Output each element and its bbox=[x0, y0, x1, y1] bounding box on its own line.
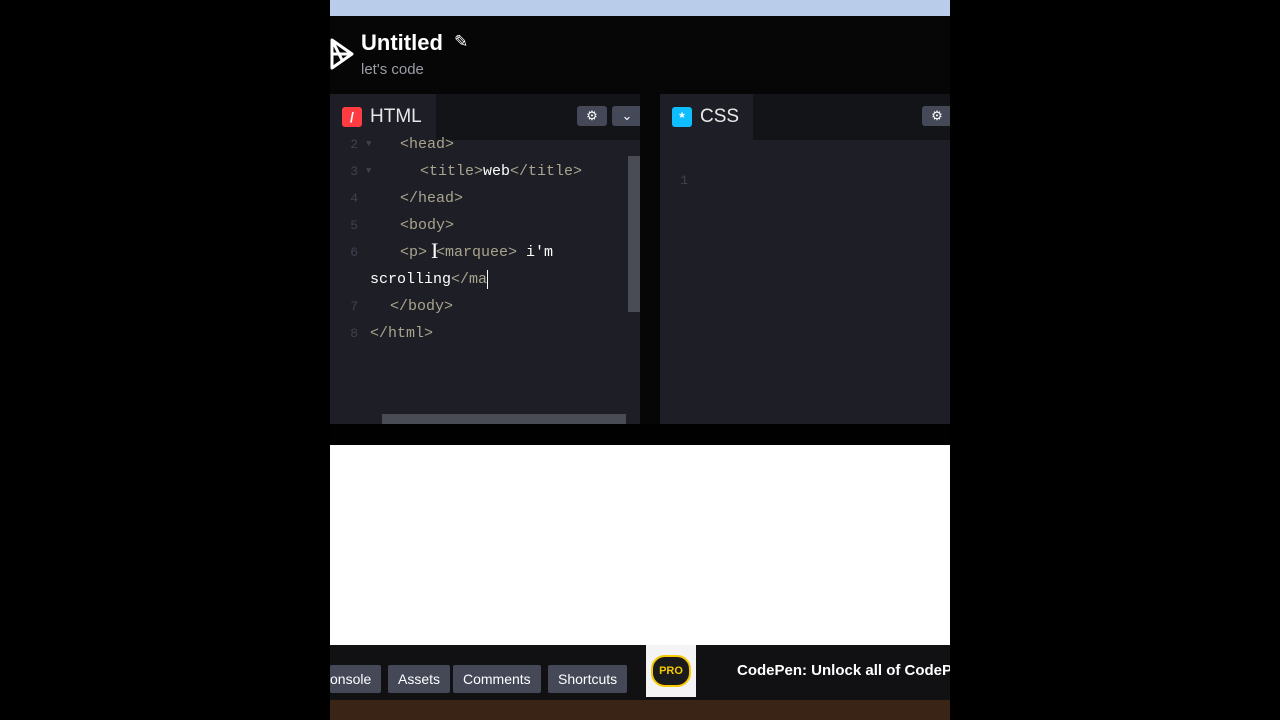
pro-promo-text[interactable]: CodePen: Unlock all of CodePe bbox=[737, 662, 950, 679]
line-number: 7 bbox=[350, 299, 358, 314]
pro-badge: PRO bbox=[651, 655, 691, 687]
line-number: 2 bbox=[350, 137, 358, 152]
fold-arrow-icon[interactable]: ▼ bbox=[366, 131, 371, 158]
browser-top-strip bbox=[330, 0, 950, 16]
line-number: 4 bbox=[350, 191, 358, 206]
html-editor-pane: / HTML ⚙ ⌄ 2 ▼ <head> 3 ▼ <title>web</title> 4… bbox=[330, 94, 640, 424]
caret bbox=[487, 269, 489, 289]
console-button[interactable]: onsole bbox=[330, 665, 382, 693]
line-number: 6 bbox=[350, 245, 358, 260]
code-tag: <p> bbox=[400, 244, 428, 261]
codepen-editor: Untitled ✎ let's code / HTML ⚙ ⌄ 2 ▼ <head… bbox=[330, 0, 950, 720]
code-content: scrolling bbox=[370, 271, 452, 288]
html-horizontal-scrollbar[interactable] bbox=[382, 414, 626, 424]
bottom-strip bbox=[330, 700, 950, 720]
code-line: 7 </body> bbox=[330, 293, 630, 320]
line-number: 3 bbox=[350, 164, 358, 179]
pen-header: Untitled ✎ let's code bbox=[330, 16, 950, 94]
html-code-area[interactable]: 2 ▼ <head> 3 ▼ <title>web</title> 4 </head> 5 <bo… bbox=[330, 136, 640, 424]
code-tag: </title> bbox=[510, 163, 583, 180]
html-slash-icon: / bbox=[342, 107, 362, 127]
line-number: 5 bbox=[350, 218, 358, 233]
shortcuts-button[interactable]: Shortcuts bbox=[548, 665, 628, 693]
code-text: </body> bbox=[390, 293, 453, 320]
code-line: 3 ▼ <title>web</title> bbox=[330, 158, 630, 185]
css-tabbar: * CSS ⚙ bbox=[660, 94, 950, 140]
code-line: 6 <p> <marquee> i'm bbox=[330, 239, 630, 266]
code-text: <p> <marquee> i'm bbox=[400, 239, 553, 266]
code-tag: </html> bbox=[370, 325, 434, 342]
html-settings-gear-icon[interactable]: ⚙ bbox=[577, 106, 607, 126]
line-number: 8 bbox=[350, 326, 358, 341]
code-tag: <marquee> bbox=[436, 244, 518, 261]
css-line-number: 1 bbox=[680, 173, 688, 188]
tab-css[interactable]: * CSS bbox=[660, 94, 754, 140]
code-text: <body> bbox=[400, 212, 454, 239]
code-text: </html> bbox=[370, 320, 433, 347]
css-settings-gear-icon[interactable]: ⚙ bbox=[922, 106, 950, 126]
code-text: scrolling</ma bbox=[370, 266, 489, 293]
code-line: 5 <body> bbox=[330, 212, 630, 239]
code-tag: <head> bbox=[400, 136, 455, 153]
css-asterisk-icon: * bbox=[672, 107, 692, 127]
assets-button[interactable]: Assets bbox=[388, 665, 451, 693]
bottom-toolbar: onsole Assets Comments Shortcuts PRO Cod… bbox=[330, 645, 950, 700]
pro-promo-box[interactable]: PRO bbox=[646, 645, 696, 697]
text-cursor-ibeam-icon: I bbox=[431, 238, 439, 263]
code-text: <head> bbox=[400, 131, 454, 158]
code-line: 4 </head> bbox=[330, 185, 630, 212]
tab-html-label: HTML bbox=[370, 106, 422, 127]
fold-arrow-icon[interactable]: ▼ bbox=[366, 158, 371, 185]
css-editor-pane: * CSS ⚙ 1 bbox=[660, 94, 950, 424]
code-tag: </ma bbox=[451, 271, 488, 288]
code-tag: <body> bbox=[400, 217, 455, 234]
pane-resize-divider[interactable] bbox=[640, 94, 660, 424]
code-line: scrolling</ma bbox=[330, 266, 630, 293]
html-collapse-chevron-down-icon[interactable]: ⌄ bbox=[612, 106, 640, 126]
code-content: web bbox=[483, 163, 511, 180]
html-vertical-scrollbar[interactable] bbox=[628, 156, 640, 312]
pen-title[interactable]: Untitled bbox=[361, 30, 443, 56]
codepen-logo-icon[interactable] bbox=[330, 36, 354, 72]
code-line: 2 ▼ <head> bbox=[330, 131, 630, 158]
pen-subtitle: let's code bbox=[361, 61, 424, 78]
preview-output[interactable] bbox=[330, 445, 950, 645]
code-line: 8 </html> bbox=[330, 320, 630, 347]
tab-css-label: CSS bbox=[700, 106, 740, 127]
code-text: <title>web</title> bbox=[420, 158, 582, 185]
code-tag: </body> bbox=[390, 298, 454, 315]
css-code-area[interactable]: 1 bbox=[660, 140, 950, 424]
code-content: i'm bbox=[517, 244, 554, 261]
edit-pencil-icon[interactable]: ✎ bbox=[454, 32, 468, 52]
code-tag: <title> bbox=[420, 163, 484, 180]
code-text: </head> bbox=[400, 185, 463, 212]
code-tag: </head> bbox=[400, 190, 464, 207]
comments-button[interactable]: Comments bbox=[453, 665, 541, 693]
